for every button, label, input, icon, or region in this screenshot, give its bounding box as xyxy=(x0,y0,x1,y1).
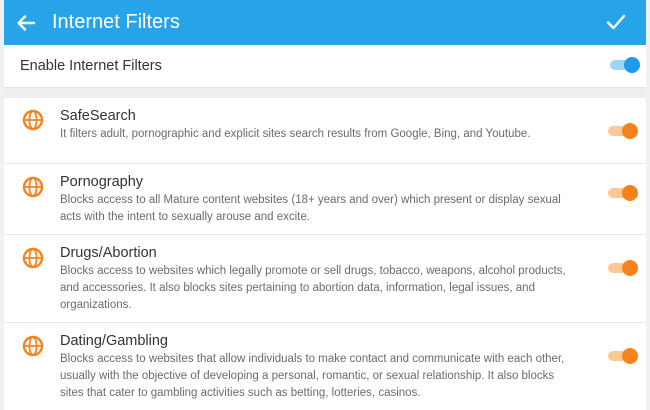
toggle-knob xyxy=(624,57,640,73)
pornography-toggle[interactable] xyxy=(608,185,638,201)
section-divider xyxy=(4,88,646,98)
filter-title: Pornography xyxy=(60,174,144,190)
filter-item-dating-gambling[interactable]: Dating/Gambling Blocks access to website… xyxy=(4,323,646,410)
enable-filters-label: Enable Internet Filters xyxy=(20,58,162,74)
drugs-abortion-toggle[interactable] xyxy=(608,260,638,276)
filter-list: SafeSearch It filters adult, pornographi… xyxy=(4,98,646,410)
arrow-left-icon xyxy=(17,14,36,31)
toggle-knob xyxy=(622,348,638,364)
dating-gambling-toggle[interactable] xyxy=(608,348,638,364)
filter-description: Blocks access to websites which legally … xyxy=(60,265,566,311)
filter-title: Dating/Gambling xyxy=(60,333,168,349)
page-title: Internet Filters xyxy=(52,11,180,33)
filter-description: Blocks access to websites that allow ind… xyxy=(60,353,565,399)
enable-filters-row[interactable]: Enable Internet Filters xyxy=(4,45,646,88)
filter-description: Blocks access to all Mature content webs… xyxy=(60,194,561,223)
confirm-button[interactable] xyxy=(602,8,630,36)
toggle-knob xyxy=(622,123,638,139)
back-button[interactable] xyxy=(4,0,48,45)
globe-icon xyxy=(22,335,44,357)
check-icon xyxy=(606,14,626,30)
app-bar: Internet Filters xyxy=(4,0,646,45)
toggle-knob xyxy=(622,260,638,276)
globe-icon xyxy=(22,109,44,131)
globe-icon xyxy=(22,247,44,269)
filter-description: It filters adult, pornographic and expli… xyxy=(60,128,531,140)
safesearch-toggle[interactable] xyxy=(608,123,638,139)
globe-icon xyxy=(22,176,44,198)
toggle-knob xyxy=(622,185,638,201)
enable-filters-toggle[interactable] xyxy=(610,57,640,73)
filter-title: SafeSearch xyxy=(60,108,136,124)
filter-item-drugs-abortion[interactable]: Drugs/Abortion Blocks access to websites… xyxy=(4,235,646,323)
filter-item-safesearch[interactable]: SafeSearch It filters adult, pornographi… xyxy=(4,98,646,164)
filter-item-pornography[interactable]: Pornography Blocks access to all Mature … xyxy=(4,164,646,235)
filter-title: Drugs/Abortion xyxy=(60,245,157,261)
